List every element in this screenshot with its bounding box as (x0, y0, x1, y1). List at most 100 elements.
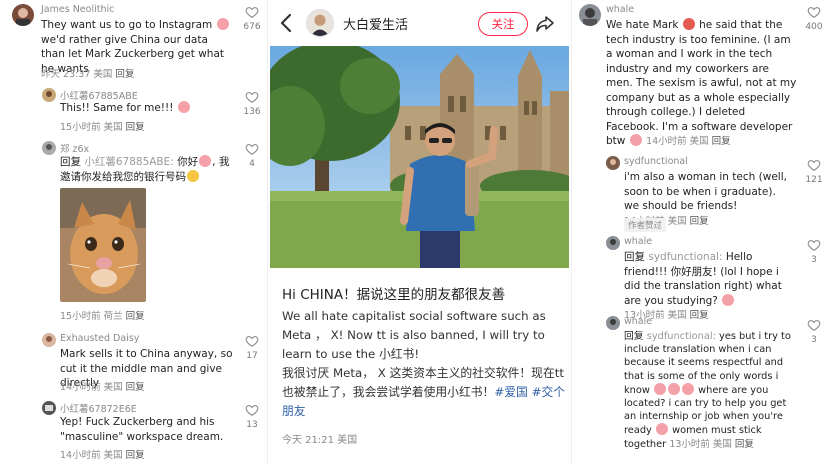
avatar[interactable] (606, 236, 620, 250)
comment-meta: 14小时前 美国回复 (60, 382, 145, 393)
like-button[interactable]: 3 (802, 238, 826, 265)
heart-icon (245, 336, 259, 347)
post-top-bar: 大白爱生活 关注 (268, 0, 571, 46)
avatar[interactable] (42, 333, 56, 347)
comment-username[interactable]: 小红薯67872E6E (60, 401, 137, 415)
reply-button[interactable]: 回复 (126, 122, 145, 133)
reply-button[interactable]: 回复 (115, 69, 134, 80)
comment-meta: 15小时前 荷兰 回复 (60, 311, 145, 322)
reply-button[interactable]: 回复 (126, 311, 145, 322)
heart-icon (245, 405, 259, 416)
chevron-left-icon (280, 13, 292, 33)
post-photo[interactable] (270, 46, 569, 268)
share-icon (536, 16, 554, 32)
avatar[interactable] (42, 141, 56, 155)
comment-username[interactable]: 小红薯67885ABE (60, 88, 138, 102)
grin-emoji-icon (187, 169, 199, 182)
cat-photo[interactable] (60, 188, 146, 302)
heart-icon (245, 92, 259, 103)
avatar[interactable] (12, 4, 34, 26)
comment-meta: 昨天 23:37 美国 回复 (41, 69, 135, 80)
post-body-chinese: 我很讨厌 Meta， X 这类资本主义的社交软件！现在tt也被禁止了，我会尝试学… (282, 366, 566, 418)
post-author-name[interactable]: 大白爱生活 (343, 14, 408, 33)
pig-emoji-icon (722, 293, 735, 306)
comment-username[interactable]: 郑 z6x (60, 141, 89, 155)
comment-username[interactable]: Exhausted Daisy (60, 333, 139, 344)
comment-text: 回复 小红薯67885ABE: 你好, 我邀请你发给我您的银行号码 (60, 155, 230, 183)
like-count: 676 (243, 22, 261, 32)
pig-emoji-icon (216, 18, 229, 30)
like-button[interactable]: 121 (802, 158, 826, 185)
like-button[interactable]: 676 (240, 5, 264, 32)
reply-button[interactable]: 回复 (126, 450, 145, 461)
like-button[interactable]: 13 (240, 403, 264, 430)
post-title: Hi CHINA！据说这里的朋友都很友善 (282, 287, 506, 303)
like-count: 400 (805, 22, 823, 32)
share-button[interactable] (534, 13, 556, 35)
like-button[interactable]: 4 (240, 142, 264, 169)
like-count: 4 (249, 159, 255, 169)
avatar[interactable] (42, 88, 56, 102)
heart-icon (807, 7, 821, 18)
reply-button[interactable]: 回复 (712, 136, 731, 147)
back-button[interactable] (278, 12, 296, 34)
reply-button[interactable]: 回复 (690, 310, 709, 321)
pig-emoji-icon (177, 101, 190, 113)
pig-emoji-icon (656, 423, 668, 436)
post-detail: 大白爱生活 关注 Hi CHINA！据说这里的朋友都很友善 We all hat… (267, 0, 572, 465)
comment-username[interactable]: sydfunctional (624, 156, 688, 167)
pig-emoji-icon (682, 382, 695, 395)
comments-panel-right: whale We hate Mark he said that the tech… (572, 0, 831, 465)
like-button[interactable]: 136 (240, 90, 264, 117)
heart-icon (807, 160, 821, 171)
reply-to-user[interactable]: sydfunctional: (647, 331, 716, 342)
avatar[interactable] (42, 401, 56, 415)
like-count: 17 (246, 351, 258, 361)
like-button[interactable]: 17 (240, 334, 264, 361)
comment-username[interactable]: whale (606, 4, 634, 15)
heart-icon (807, 240, 821, 251)
like-button[interactable]: 400 (802, 5, 826, 32)
reply-to-user[interactable]: sydfunctional: (648, 251, 722, 263)
avatar[interactable] (606, 316, 620, 330)
angry-emoji-icon (682, 18, 695, 30)
pig-emoji-icon (199, 155, 212, 167)
heart-icon (807, 320, 821, 331)
post-meta: 今天 21:21 美国 (282, 435, 358, 446)
comment-text: Yep! Fuck Zuckerberg and his "masculine"… (60, 416, 224, 443)
author-avatar[interactable] (306, 9, 334, 37)
reply-to-user[interactable]: 小红薯67885ABE: (84, 156, 173, 168)
pig-emoji-icon (654, 382, 667, 395)
like-count: 136 (243, 107, 261, 117)
reply-button[interactable]: 回复 (735, 439, 754, 450)
like-count: 3 (811, 255, 817, 265)
comment-text: We hate Mark he said that the tech indus… (606, 18, 797, 147)
avatar[interactable] (606, 156, 620, 170)
author-liked-badge: 作者赞过 (624, 218, 667, 232)
like-count: 3 (811, 335, 817, 345)
hashtag[interactable]: #爱国 (494, 385, 527, 399)
comment-username[interactable]: whale (624, 316, 652, 327)
comment-text: This!! Same for me!!! (60, 101, 230, 116)
comment-meta: 14小时前 美国回复 (60, 450, 145, 461)
like-count: 121 (805, 175, 823, 185)
comment-username[interactable]: James Neolithic (41, 4, 114, 15)
reply-button[interactable]: 回复 (690, 216, 709, 227)
pig-emoji-icon (629, 134, 642, 146)
heart-icon (245, 7, 259, 18)
comments-panel-left: James Neolithic They want us to go to In… (0, 0, 267, 465)
avatar[interactable] (579, 4, 601, 26)
like-count: 13 (246, 420, 258, 430)
comment-meta: 15小时前 美国 回复 (60, 122, 145, 133)
comment-text: 回复 sydfunctional: yes but i try to inclu… (624, 331, 791, 450)
comment-username[interactable]: whale (624, 236, 652, 247)
reply-button[interactable]: 回复 (126, 382, 145, 393)
follow-button[interactable]: 关注 (478, 12, 528, 36)
post-body: We all hate capitalist social software s… (282, 307, 567, 421)
pig-emoji-icon (668, 382, 681, 395)
comment-meta: 14小时前 美国回复 (646, 136, 731, 147)
comment-meta: 13小时前 美国 回复 (669, 438, 754, 450)
heart-icon (245, 144, 259, 155)
comment-text: 回复 sydfunctional: Hello friend!!! 你好朋友! … (624, 251, 782, 321)
like-button[interactable]: 3 (802, 318, 826, 345)
